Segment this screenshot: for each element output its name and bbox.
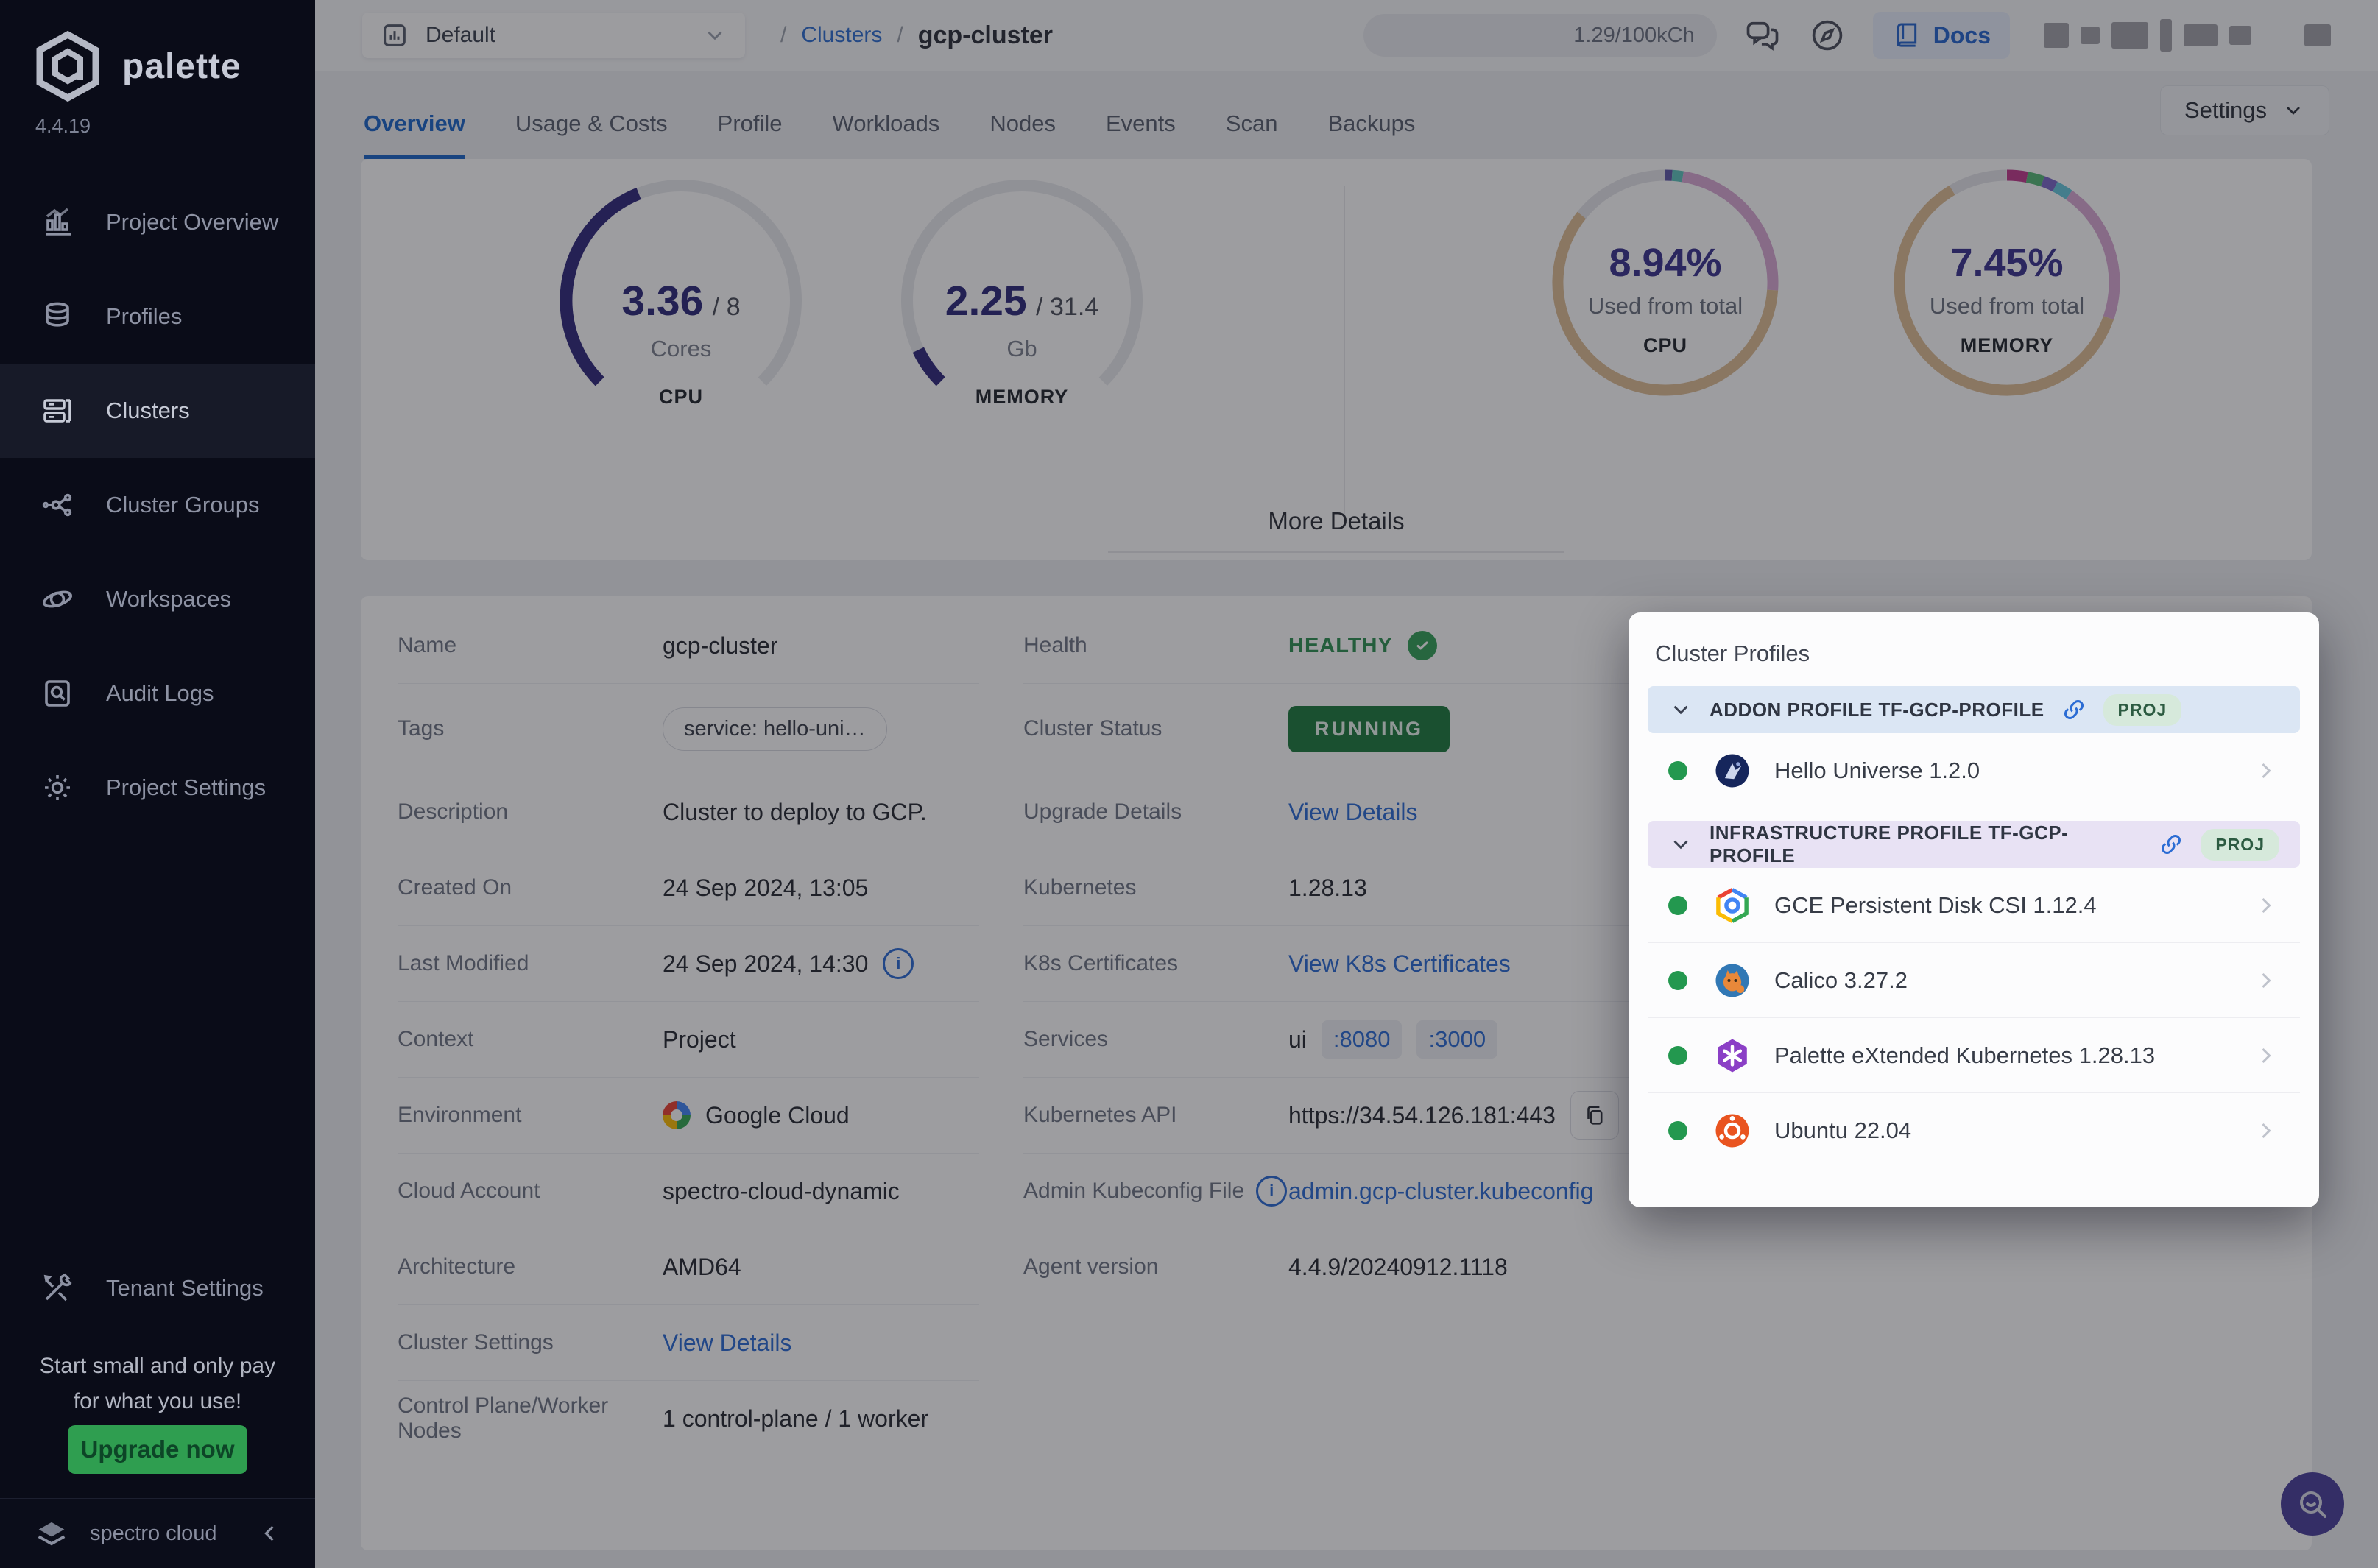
collapse-sidebar-icon[interactable] <box>256 1520 283 1547</box>
sidebar-item-label: Project Settings <box>106 774 266 801</box>
palette-logo-icon <box>32 29 103 103</box>
chevron-right-icon <box>2253 757 2279 784</box>
sidebar-item-label: Workspaces <box>106 586 231 612</box>
status-dot <box>1668 1046 1687 1065</box>
chevron-right-icon <box>2253 892 2279 919</box>
clusters-icon <box>40 393 75 428</box>
app-version: 4.4.19 <box>35 115 91 138</box>
profile-layer-gce-disk-csi[interactable]: GCE Persistent Disk CSI 1.12.4 <box>1648 868 2300 943</box>
popup-title: Cluster Profiles <box>1655 640 2300 667</box>
brand-name: palette <box>122 46 241 87</box>
upgrade-now-button[interactable]: Upgrade now <box>68 1425 247 1474</box>
sidebar-item-label: Clusters <box>106 398 190 424</box>
profile-layer-calico[interactable]: Calico 3.27.2 <box>1648 943 2300 1018</box>
profile-layer-ubuntu[interactable]: Ubuntu 22.04 <box>1648 1093 2300 1168</box>
upsell-text: Start small and only pay for what you us… <box>0 1349 315 1419</box>
sidebar-item-audit-logs[interactable]: Audit Logs <box>0 646 315 741</box>
chevron-right-icon <box>2253 1117 2279 1144</box>
sidebar: palette 4.4.19 Project Overview Profiles… <box>0 0 315 1568</box>
sidebar-item-clusters[interactable]: Clusters <box>0 364 315 458</box>
profile-layer-palette-extended-kubernetes[interactable]: Palette eXtended Kubernetes 1.28.13 <box>1648 1018 2300 1093</box>
profile-layer-name: Calico 3.27.2 <box>1774 967 1908 994</box>
proj-scope-badge: PROJ <box>2103 694 2182 726</box>
sidebar-nav: Project Overview Profiles Clusters Clust… <box>0 175 315 835</box>
sidebar-item-tenant-settings[interactable]: Tenant Settings <box>0 1243 315 1334</box>
profile-layer-hello-universe[interactable]: Hello Universe 1.2.0 <box>1648 733 2300 808</box>
cluster-groups-icon <box>40 487 75 523</box>
calico-logo-icon <box>1712 961 1752 1000</box>
addon-profile-title: ADDON PROFILE TF-GCP-PROFILE <box>1710 699 2044 721</box>
app-root: palette 4.4.19 Project Overview Profiles… <box>0 0 2378 1568</box>
sidebar-item-project-settings[interactable]: Project Settings <box>0 741 315 835</box>
sidebar-footer: spectro cloud <box>0 1498 315 1568</box>
sidebar-item-profiles[interactable]: Profiles <box>0 269 315 364</box>
profile-layer-name: Hello Universe 1.2.0 <box>1774 757 1980 784</box>
sidebar-item-label: Audit Logs <box>106 680 214 707</box>
spectro-cloud-logo-icon <box>32 1514 71 1553</box>
chevron-right-icon <box>2253 1042 2279 1069</box>
link-icon <box>2158 831 2184 858</box>
link-icon <box>2061 696 2087 723</box>
sidebar-item-label: Profiles <box>106 303 182 330</box>
sidebar-item-label: Cluster Groups <box>106 492 259 518</box>
addon-profile-header[interactable]: ADDON PROFILE TF-GCP-PROFILE PROJ <box>1648 686 2300 733</box>
sidebar-item-label: Tenant Settings <box>106 1275 264 1302</box>
sidebar-item-workspaces[interactable]: Workspaces <box>0 552 315 646</box>
audit-logs-icon <box>40 676 75 711</box>
cluster-profiles-popup: Cluster Profiles ADDON PROFILE TF-GCP-PR… <box>1629 612 2319 1207</box>
hello-universe-logo-icon <box>1712 751 1752 791</box>
status-dot <box>1668 1121 1687 1140</box>
profile-layer-name: Ubuntu 22.04 <box>1774 1117 1911 1144</box>
chevron-right-icon <box>2253 967 2279 994</box>
gear-icon <box>40 770 75 805</box>
spectro-cloud-label: spectro cloud <box>90 1522 217 1546</box>
workspaces-icon <box>40 582 75 617</box>
status-dot <box>1668 761 1687 780</box>
infrastructure-profile-title: INFRASTRUCTURE PROFILE TF-GCP-PROFILE <box>1710 822 2142 867</box>
palette-extended-kubernetes-logo-icon <box>1712 1036 1752 1076</box>
sidebar-item-project-overview[interactable]: Project Overview <box>0 175 315 269</box>
tools-icon <box>40 1271 75 1306</box>
project-overview-icon <box>40 205 75 240</box>
profile-layer-name: Palette eXtended Kubernetes 1.28.13 <box>1774 1042 2155 1069</box>
profiles-icon <box>40 299 75 334</box>
infrastructure-profile-header[interactable]: INFRASTRUCTURE PROFILE TF-GCP-PROFILE PR… <box>1648 821 2300 868</box>
sidebar-item-cluster-groups[interactable]: Cluster Groups <box>0 458 315 552</box>
chevron-down-icon <box>1668 832 1693 857</box>
proj-scope-badge: PROJ <box>2201 829 2279 861</box>
brand-logo: palette <box>32 29 241 103</box>
sidebar-item-label: Project Overview <box>106 209 278 236</box>
profile-layer-name: GCE Persistent Disk CSI 1.12.4 <box>1774 892 2097 919</box>
ubuntu-logo-icon <box>1712 1111 1752 1151</box>
gce-persistent-disk-logo-icon <box>1712 886 1752 925</box>
chevron-down-icon <box>1668 697 1693 722</box>
status-dot <box>1668 896 1687 915</box>
status-dot <box>1668 971 1687 990</box>
